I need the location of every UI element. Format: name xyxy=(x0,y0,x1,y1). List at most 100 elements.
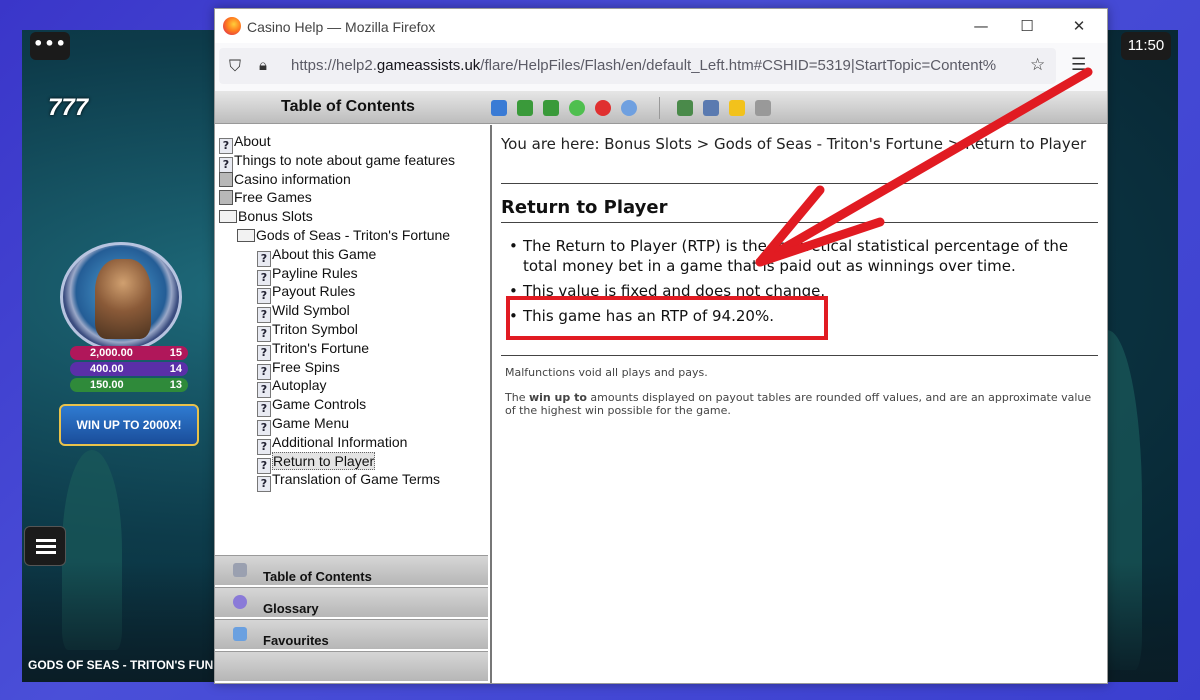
divider xyxy=(501,355,1098,356)
jackpot-count: 13 xyxy=(169,379,182,391)
url-prefix: https://help2. xyxy=(291,57,377,74)
window-title: Casino Help — Mozilla Firefox xyxy=(247,19,436,35)
toc-item-label: Gods of Seas - Triton's Fortune xyxy=(256,227,451,243)
note-text: amounts displayed on payout tables are r… xyxy=(505,391,1092,417)
favourite-star-icon[interactable] xyxy=(729,100,745,116)
tab-glossary[interactable]: Glossary xyxy=(215,587,488,617)
shield-icon[interactable]: ⛉ xyxy=(229,56,241,76)
stop-icon[interactable] xyxy=(595,100,611,116)
toc-item-label: Game Controls xyxy=(272,396,367,413)
navigation-tabs: Table of Contents Glossary Favourites xyxy=(215,555,490,683)
minimize-button[interactable]: — xyxy=(961,14,1001,38)
hamburger-icon xyxy=(36,539,56,542)
forward-arrow-icon[interactable] xyxy=(543,100,559,116)
win-up-to-note: The win up to amounts displayed on payou… xyxy=(505,391,1095,417)
game-title: GODS OF SEAS - TRITON'S FUNE xyxy=(28,658,222,672)
toc-item-label: Wild Symbol xyxy=(272,302,350,319)
toc-item[interactable]: Casino information xyxy=(219,171,351,189)
jackpot-amount: 150.00 xyxy=(90,379,124,391)
toc-item-label: Additional Information xyxy=(272,433,408,450)
toc-item[interactable]: ? Payout Rules xyxy=(257,283,356,305)
help-toolbar xyxy=(491,91,1107,124)
toc-item-label: Free Spins xyxy=(272,358,340,375)
note-text: The xyxy=(505,391,529,404)
book-closed-icon xyxy=(219,190,233,206)
jackpot-row: 2,000.00 15 xyxy=(70,346,188,360)
pane-splitter[interactable] xyxy=(490,125,492,683)
toc-header-title: Table of Contents xyxy=(281,98,415,115)
toc-item-label: Payout Rules xyxy=(272,283,356,300)
toc-item[interactable]: Gods of Seas - Triton's Fortune xyxy=(237,227,450,245)
toc-item[interactable]: Bonus Slots xyxy=(219,208,313,226)
toc-item-label: Things to note about game features xyxy=(234,151,456,168)
toc-item[interactable]: ? Return to Player xyxy=(257,451,376,474)
book-closed-icon xyxy=(219,171,233,187)
jackpot-row: 400.00 14 xyxy=(70,362,188,376)
window-titlebar[interactable]: Casino Help — Mozilla Firefox — ☐ ✕ xyxy=(215,9,1107,43)
toc-item[interactable]: ? Translation of Game Terms xyxy=(257,471,441,493)
tab-empty xyxy=(215,651,488,681)
toolbar-separator xyxy=(659,97,660,119)
sync-toc-icon[interactable] xyxy=(703,100,719,116)
lock-icon[interactable]: 🔒︎ xyxy=(259,56,267,74)
refresh-icon[interactable] xyxy=(569,100,585,116)
toc-item-label: About xyxy=(234,133,271,149)
book-icon xyxy=(233,563,247,577)
back-arrow-icon[interactable] xyxy=(517,100,533,116)
book-open-icon xyxy=(237,229,255,242)
navigation-toolbar: ⛉ 🔒︎ https://help2.gameassists.uk/flare/… xyxy=(215,43,1107,91)
url-text[interactable]: https://help2.gameassists.uk/flare/HelpF… xyxy=(291,57,1031,74)
malfunction-note: Malfunctions void all plays and pays. xyxy=(505,366,708,379)
breadcrumb: You are here: Bonus Slots > Gods of Seas… xyxy=(501,135,1087,153)
toc-item[interactable]: ? Game Controls xyxy=(257,396,367,418)
toggle-navigation-icon[interactable] xyxy=(491,100,507,116)
toc-item-label: Autoplay xyxy=(272,377,327,394)
triton-figure xyxy=(95,259,151,339)
toc-item[interactable]: ? Free Spins xyxy=(257,358,340,380)
toc-item[interactable]: ? About this Game xyxy=(257,245,377,267)
tab-table-of-contents[interactable]: Table of Contents xyxy=(215,555,488,585)
jackpot-count: 15 xyxy=(169,347,182,359)
toc-item[interactable]: ? Autoplay xyxy=(257,377,327,399)
divider xyxy=(501,183,1098,184)
toc-item[interactable]: Free Games xyxy=(219,189,312,207)
url-bar[interactable]: ⛉ 🔒︎ https://help2.gameassists.uk/flare/… xyxy=(219,48,1056,84)
help-application: Table of Contents ? About? Things to note … xyxy=(215,91,1107,683)
toc-item[interactable]: ? Payline Rules xyxy=(257,265,358,286)
win-up-to-button[interactable]: WIN UP TO 2000X! xyxy=(59,404,199,446)
book-open-icon xyxy=(219,210,237,224)
toc-header: Table of Contents xyxy=(215,91,491,124)
toc-item-label: Triton Symbol xyxy=(272,321,358,337)
toc-item-label: Translation of Game Terms xyxy=(272,471,441,488)
toc-item[interactable]: ? Things to note about game features xyxy=(219,151,456,173)
toc-item[interactable]: ? Triton Symbol xyxy=(257,321,358,342)
toc-item[interactable]: ? Additional Information xyxy=(257,433,408,455)
tab-favourites[interactable]: Favourites xyxy=(215,619,488,649)
toc-item-label: Bonus Slots xyxy=(238,208,313,225)
toc-item[interactable]: ? About xyxy=(219,133,271,154)
list-item: The Return to Player (RTP) is the theore… xyxy=(509,236,1093,276)
hamburger-menu-icon[interactable]: ☰ xyxy=(1071,55,1086,75)
tab-label: Favourites xyxy=(263,633,329,648)
toc-item[interactable]: ? Game Menu xyxy=(257,415,349,436)
jackpot-medal xyxy=(60,242,182,352)
close-button[interactable]: ✕ xyxy=(1059,14,1099,38)
home-icon[interactable] xyxy=(677,100,693,116)
maximize-button[interactable]: ☐ xyxy=(1007,14,1047,38)
help-topic-icon: ? xyxy=(257,476,271,493)
toc-item-label: About this Game xyxy=(272,245,377,262)
more-options-button[interactable]: ••• xyxy=(30,32,70,60)
toc-item[interactable]: ? Wild Symbol xyxy=(257,302,350,324)
jackpot-amount: 400.00 xyxy=(90,363,124,375)
jackpot-count: 14 xyxy=(169,363,182,375)
toc-item[interactable]: ? Triton's Fortune xyxy=(257,340,369,361)
bookmark-star-icon[interactable]: ☆ xyxy=(1030,55,1045,75)
firefox-logo-icon xyxy=(223,17,241,35)
print-icon[interactable] xyxy=(755,100,771,116)
url-domain: gameassists.uk xyxy=(376,57,481,74)
info-icon[interactable] xyxy=(621,100,637,116)
casino-logo: 777 xyxy=(48,94,89,121)
note-bold-text: win up to xyxy=(528,391,587,404)
hamburger-menu-button[interactable] xyxy=(24,526,66,566)
jackpot-amount: 2,000.00 xyxy=(90,347,133,359)
